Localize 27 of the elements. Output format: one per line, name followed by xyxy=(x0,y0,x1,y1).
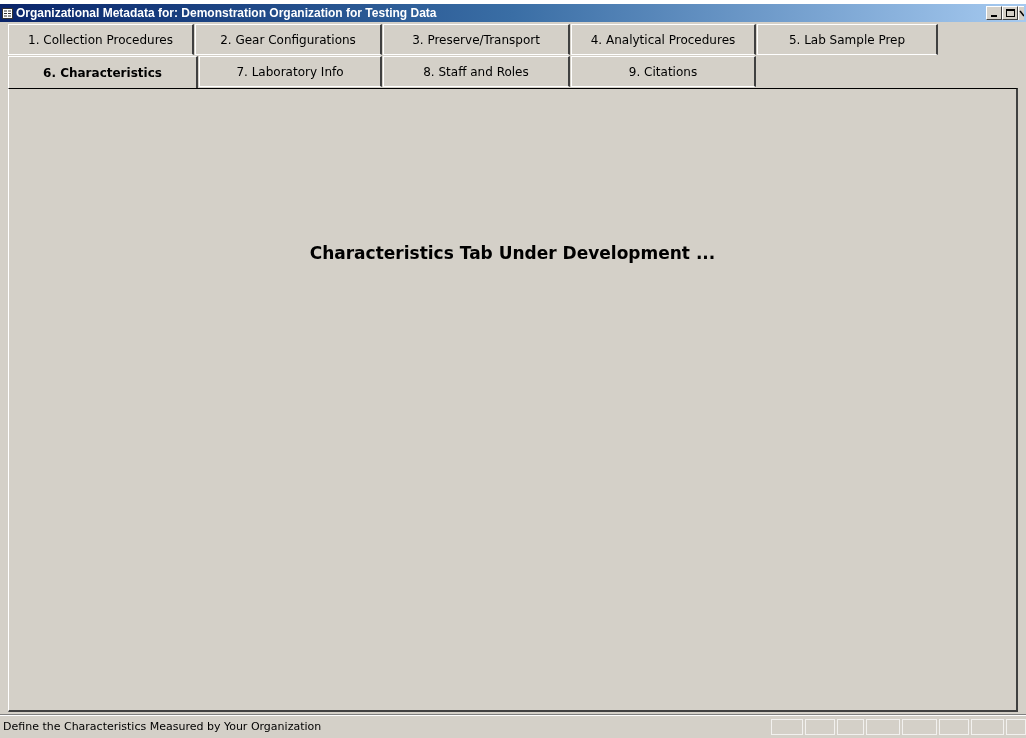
status-text: Define the Characteristics Measured by Your Organization xyxy=(3,718,322,735)
tab[interactable]: 9. Citations xyxy=(571,56,756,87)
tab[interactable]: 8. Staff and Roles xyxy=(383,56,570,87)
status-pane xyxy=(837,719,864,735)
status-pane xyxy=(971,719,1004,735)
tab[interactable]: 7. Laboratory Info xyxy=(199,56,382,87)
close-icon xyxy=(1019,9,1024,18)
tab[interactable]: 2. Gear Configurations xyxy=(195,24,382,55)
status-pane xyxy=(771,719,803,735)
tab[interactable]: 1. Collection Procedures xyxy=(8,24,194,55)
close-button[interactable] xyxy=(1018,6,1024,20)
status-pane xyxy=(866,719,900,735)
window-title: Organizational Metadata for: Demonstration Organization for Testing Data xyxy=(16,5,437,22)
tab[interactable]: 4. Analytical Procedures xyxy=(571,24,756,55)
status-pane xyxy=(902,719,937,735)
tab[interactable]: 6. Characteristics xyxy=(8,56,198,88)
tab[interactable]: 5. Lab Sample Prep xyxy=(757,24,938,55)
minimize-button[interactable] xyxy=(986,6,1002,20)
minimize-icon xyxy=(991,15,997,17)
status-pane xyxy=(1006,719,1026,735)
message-text: Characteristics Tab Under Development ... xyxy=(309,242,716,265)
maximize-button[interactable] xyxy=(1002,6,1018,20)
maximize-icon xyxy=(1005,9,1015,17)
status-pane xyxy=(939,719,969,735)
tab[interactable]: 3. Preserve/Transport xyxy=(383,24,570,55)
status-pane xyxy=(805,719,835,735)
form-icon xyxy=(2,7,13,19)
